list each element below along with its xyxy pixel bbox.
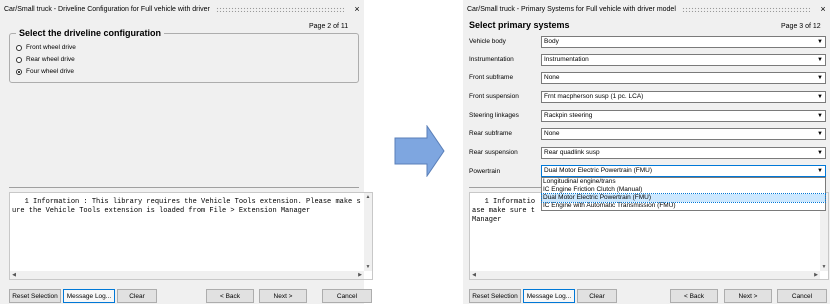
combo-rear-subframe[interactable]: None ▼: [541, 128, 826, 140]
log-text: 1 Information : This library requires th…: [12, 198, 361, 215]
combo-powertrain[interactable]: Dual Motor Electric Powertrain (FMU) ▼: [541, 165, 826, 177]
scroll-up-icon[interactable]: ▲: [364, 193, 372, 201]
label-powertrain: Powertrain: [469, 168, 501, 175]
cancel-button[interactable]: Cancel: [322, 289, 372, 303]
group-title: Select the driveline configuration: [16, 28, 165, 38]
horizontal-scrollbar[interactable]: ◀ ▶: [470, 271, 820, 279]
window-title: Car/Small truck - Primary Systems for Fu…: [467, 5, 676, 13]
right-arrow-icon: [394, 125, 445, 177]
title-bar[interactable]: Car/Small truck - Primary Systems for Fu…: [463, 0, 830, 18]
message-log-button[interactable]: Message Log...: [63, 289, 115, 303]
chevron-down-icon[interactable]: ▼: [816, 130, 824, 138]
chevron-down-icon[interactable]: ▼: [816, 56, 824, 64]
chevron-down-icon[interactable]: ▼: [816, 112, 824, 120]
back-button[interactable]: < Back: [670, 289, 718, 303]
scroll-down-icon[interactable]: ▼: [820, 263, 828, 271]
vertical-scrollbar[interactable]: ▲ ▼: [364, 193, 372, 271]
scroll-right-icon[interactable]: ▶: [812, 271, 820, 279]
combo-value: None: [544, 130, 560, 137]
combo-instrumentation[interactable]: Instrumentation ▼: [541, 54, 826, 66]
clear-button[interactable]: Clear: [577, 289, 617, 303]
chevron-down-icon[interactable]: ▼: [816, 149, 824, 157]
divider: [9, 187, 359, 188]
driveline-config-dialog: Car/Small truck - Driveline Configuratio…: [0, 0, 373, 304]
combo-value: None: [544, 74, 560, 81]
back-button[interactable]: < Back: [206, 289, 254, 303]
next-button[interactable]: Next >: [724, 289, 772, 303]
dropdown-option[interactable]: IC Engine with Automatic Transmission (F…: [542, 202, 825, 210]
drag-grip[interactable]: [681, 6, 810, 12]
close-icon[interactable]: ×: [816, 0, 830, 18]
combo-value: Rackpin steering: [544, 112, 593, 119]
dropdown-option-selected[interactable]: Dual Motor Electric Powertrain (FMU): [541, 193, 826, 203]
clear-button[interactable]: Clear: [117, 289, 157, 303]
radio-button-icon[interactable]: [16, 56, 22, 63]
dropdown-option[interactable]: Longitudinal engine/trans: [542, 178, 825, 186]
close-icon[interactable]: ×: [350, 0, 364, 18]
label-front-suspension: Front suspension: [469, 93, 519, 100]
combo-value: Instrumentation: [544, 56, 589, 63]
primary-systems-dialog: Car/Small truck - Primary Systems for Fu…: [463, 0, 830, 304]
message-log-box[interactable]: 1 Information : This library requires th…: [9, 192, 373, 280]
chevron-down-icon[interactable]: ▼: [816, 74, 824, 82]
chevron-down-icon[interactable]: ▼: [816, 38, 824, 46]
radio-label: Rear wheel drive: [26, 56, 75, 63]
chevron-down-icon[interactable]: ▼: [816, 93, 824, 101]
scroll-left-icon[interactable]: ◀: [10, 271, 18, 279]
powertrain-dropdown-list[interactable]: Longitudinal engine/trans IC Engine Fric…: [541, 177, 826, 211]
horizontal-scrollbar[interactable]: ◀ ▶: [10, 271, 364, 279]
combo-value: Frnt macpherson susp (1 pc. LCA): [544, 93, 644, 100]
label-front-subframe: Front subframe: [469, 74, 514, 81]
label-steering-linkages: Steering linkages: [469, 112, 519, 119]
radio-label: Front wheel drive: [26, 44, 76, 51]
next-button[interactable]: Next >: [259, 289, 307, 303]
radio-rear-wheel-drive[interactable]: Rear wheel drive: [16, 56, 75, 63]
combo-front-suspension[interactable]: Frnt macpherson susp (1 pc. LCA) ▼: [541, 91, 826, 103]
radio-four-wheel-drive[interactable]: Four wheel drive: [16, 68, 74, 75]
message-log-button[interactable]: Message Log...: [523, 289, 575, 303]
page-indicator: Page 2 of 11: [309, 23, 349, 30]
scroll-left-icon[interactable]: ◀: [470, 271, 478, 279]
combo-value: Rear quadlink susp: [544, 149, 600, 156]
radio-label: Four wheel drive: [26, 68, 75, 75]
scroll-right-icon[interactable]: ▶: [356, 271, 364, 279]
label-rear-suspension: Rear suspension: [469, 149, 518, 156]
combo-value: Dual Motor Electric Powertrain (FMU): [544, 167, 652, 174]
driveline-groupbox: Select the driveline configuration Front…: [9, 28, 359, 83]
combo-rear-suspension[interactable]: Rear quadlink susp ▼: [541, 147, 826, 159]
drag-grip[interactable]: [215, 6, 344, 12]
label-vehicle-body: Vehicle body: [469, 38, 506, 45]
label-rear-subframe: Rear subframe: [469, 130, 512, 137]
radio-button-icon[interactable]: [16, 44, 22, 51]
window-title: Car/Small truck - Driveline Configuratio…: [4, 5, 210, 13]
combo-value: Body: [544, 38, 559, 45]
combo-vehicle-body[interactable]: Body ▼: [541, 36, 826, 48]
section-heading: Select primary systems: [469, 20, 570, 30]
combo-steering-linkages[interactable]: Rackpin steering ▼: [541, 110, 826, 122]
dropdown-option[interactable]: IC Engine Friction Clutch (Manual): [542, 186, 825, 194]
reset-selection-button[interactable]: Reset Selection: [9, 289, 61, 303]
cancel-button[interactable]: Cancel: [777, 289, 827, 303]
chevron-down-icon[interactable]: ▼: [816, 167, 824, 175]
radio-front-wheel-drive[interactable]: Front wheel drive: [16, 44, 76, 51]
page-indicator: Page 3 of 12: [781, 23, 821, 30]
scroll-down-icon[interactable]: ▼: [364, 263, 372, 271]
reset-selection-button[interactable]: Reset Selection: [469, 289, 521, 303]
radio-button-icon[interactable]: [16, 68, 22, 75]
title-bar[interactable]: Car/Small truck - Driveline Configuratio…: [0, 0, 364, 18]
combo-front-subframe[interactable]: None ▼: [541, 72, 826, 84]
label-instrumentation: Instrumentation: [469, 56, 514, 63]
